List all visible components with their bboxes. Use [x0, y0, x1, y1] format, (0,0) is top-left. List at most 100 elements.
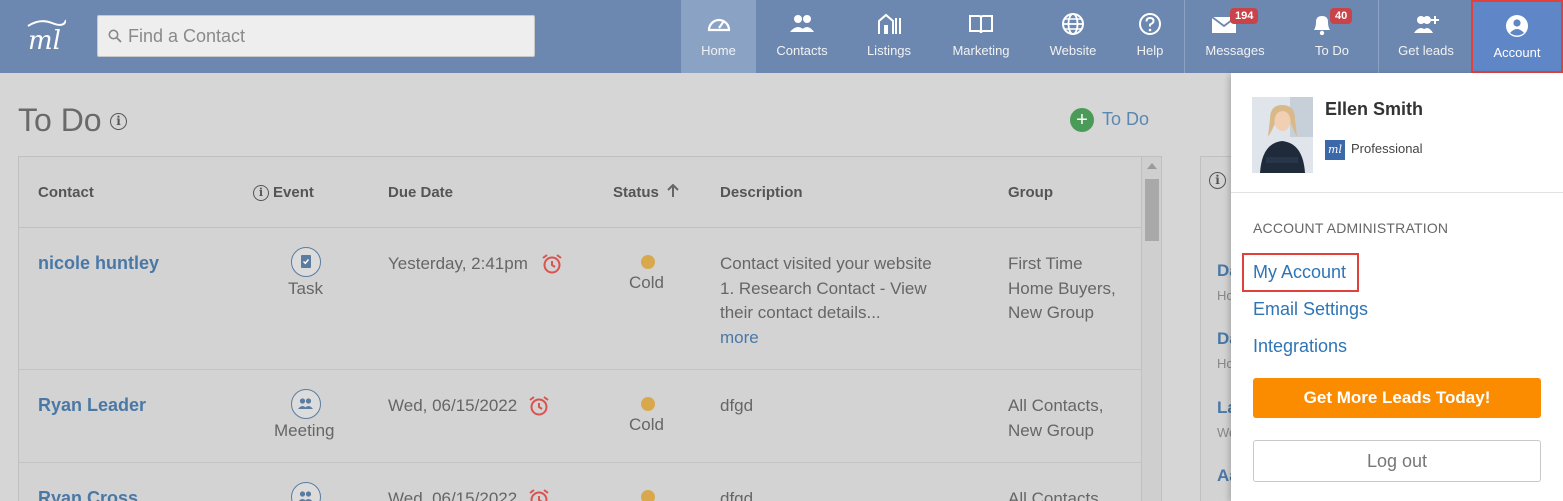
group-line: First Time	[1008, 254, 1083, 273]
description-line: dfgd	[720, 396, 754, 415]
dashboard-gauge-icon	[707, 18, 730, 32]
question-circle-icon	[1139, 13, 1161, 35]
status-cold-dot	[641, 255, 655, 269]
due-date: Wed, 06/15/2022	[388, 396, 518, 415]
nav-listings[interactable]: Listings	[851, 0, 927, 73]
nav-label: Marketing	[952, 43, 1010, 58]
due-date: Wed, 06/15/2022	[388, 489, 518, 501]
table-row: Ryan Cross Wed, 06/15/2022 dfgd All Cont…	[19, 463, 1141, 501]
nav-label: Listings	[866, 43, 912, 58]
plan-logo-icon: ml	[1325, 140, 1345, 160]
alarm-clock-icon	[542, 254, 562, 274]
nav-label: Home	[701, 43, 736, 58]
more-link[interactable]: more	[720, 325, 759, 350]
nav-label: Account	[1493, 45, 1541, 60]
my-account-link[interactable]: My Account	[1253, 262, 1346, 283]
contact-name-link[interactable]: Ryan Leader	[38, 393, 146, 418]
info-icon: i	[253, 185, 269, 202]
status-cold-dot	[641, 490, 655, 501]
info-icon[interactable]: i	[1209, 172, 1226, 189]
status-cold-dot	[641, 397, 655, 411]
nav-home[interactable]: Home	[681, 0, 756, 73]
todo-badge: 40	[1330, 8, 1353, 24]
nav-help[interactable]: Help	[1120, 0, 1180, 73]
contact-name-link[interactable]: Ryan Cross	[38, 486, 138, 501]
nav-label: Messages	[1205, 43, 1265, 58]
search-icon	[108, 29, 122, 43]
search-input[interactable]	[128, 16, 528, 56]
account-dropdown: Ellen Smith ml Professional ACCOUNT ADMI…	[1231, 73, 1563, 501]
task-icon	[291, 247, 321, 277]
nav-messages[interactable]: 194 Messages	[1196, 0, 1274, 73]
table-scrollbar[interactable]	[1141, 157, 1161, 501]
column-header-contact[interactable]: Contact	[38, 184, 94, 201]
group-line: New Group	[1008, 303, 1094, 322]
globe-icon	[1062, 13, 1084, 35]
scrollbar-thumb[interactable]	[1145, 179, 1159, 241]
description-line: their contact details...	[720, 303, 881, 322]
nav-label: Contacts	[776, 43, 828, 58]
logo[interactable]: ml	[22, 16, 72, 56]
description-line: dfgd	[720, 489, 754, 501]
nav-marketing[interactable]: Marketing	[942, 0, 1020, 73]
plus-circle-icon: +	[1070, 108, 1094, 132]
nav-divider	[1378, 0, 1379, 73]
group-line: All Contacts,	[1008, 489, 1104, 501]
sort-up-arrow-icon	[667, 183, 679, 197]
user-name: Ellen Smith	[1325, 99, 1424, 119]
logout-button[interactable]: Log out	[1253, 440, 1541, 482]
page-title: To Do	[18, 102, 102, 138]
top-navbar: ml Home Contacts Listings Marketing Webs…	[0, 0, 1563, 73]
group-line: All Contacts,	[1008, 396, 1104, 415]
info-icon[interactable]: i	[110, 113, 127, 130]
avatar	[1252, 97, 1313, 173]
nav-account[interactable]: Account	[1471, 0, 1563, 73]
add-todo-label: To Do	[1102, 108, 1150, 129]
due-date: Yesterday, 2:41pm	[388, 254, 528, 273]
logo-text: ml	[28, 26, 61, 56]
add-todo-button[interactable]: + To Do	[1070, 108, 1149, 132]
group-line: Home Buyers,	[1008, 279, 1116, 298]
section-header: ACCOUNT ADMINISTRATION	[1253, 220, 1449, 236]
buildings-icon	[878, 13, 901, 34]
contact-name-link[interactable]: nicole huntley	[38, 251, 159, 276]
contact-search	[97, 15, 535, 57]
column-header-description[interactable]: Description	[720, 184, 803, 201]
nav-label: Help	[1136, 43, 1164, 58]
meeting-icon	[291, 482, 321, 501]
column-header-group[interactable]: Group	[1008, 184, 1053, 201]
add-user-icon	[1414, 16, 1439, 33]
status-label: Cold	[629, 273, 664, 292]
event-label: Task	[288, 279, 323, 298]
group-line: New Group	[1008, 421, 1094, 440]
description-line: 1. Research Contact - View	[720, 279, 927, 298]
integrations-link[interactable]: Integrations	[1253, 336, 1347, 357]
description-line: Contact visited your website	[720, 254, 932, 273]
email-settings-link[interactable]: Email Settings	[1253, 299, 1368, 320]
status-label: Cold	[629, 415, 664, 434]
meeting-icon	[291, 389, 321, 419]
nav-contacts[interactable]: Contacts	[764, 0, 840, 73]
event-label: Meeting	[274, 421, 335, 440]
messages-badge: 194	[1230, 8, 1259, 24]
column-header-label: Event	[273, 184, 314, 201]
table-row: Ryan Leader Meeting Wed, 06/15/2022 Cold…	[19, 370, 1141, 463]
nav-website[interactable]: Website	[1036, 0, 1110, 73]
divider	[1231, 192, 1563, 193]
get-more-leads-button[interactable]: Get More Leads Today!	[1253, 378, 1541, 418]
nav-divider	[1184, 0, 1185, 73]
scroll-up-arrow-icon[interactable]	[1147, 163, 1157, 169]
nav-label: To Do	[1315, 43, 1349, 58]
user-circle-icon	[1506, 15, 1528, 37]
column-header-event[interactable]: i Event	[253, 184, 314, 202]
nav-get-leads[interactable]: Get leads	[1388, 0, 1464, 73]
column-header-due-date[interactable]: Due Date	[388, 184, 453, 201]
open-book-icon	[969, 15, 993, 34]
alarm-clock-icon	[529, 489, 549, 501]
column-header-label: Status	[613, 184, 659, 201]
column-header-status[interactable]: Status	[613, 183, 679, 201]
nav-label: Get leads	[1398, 43, 1454, 58]
people-icon	[790, 15, 814, 32]
todo-table: Contact i Event Due Date Status Descripti…	[18, 156, 1162, 501]
nav-todo[interactable]: 40 To Do	[1292, 0, 1372, 73]
